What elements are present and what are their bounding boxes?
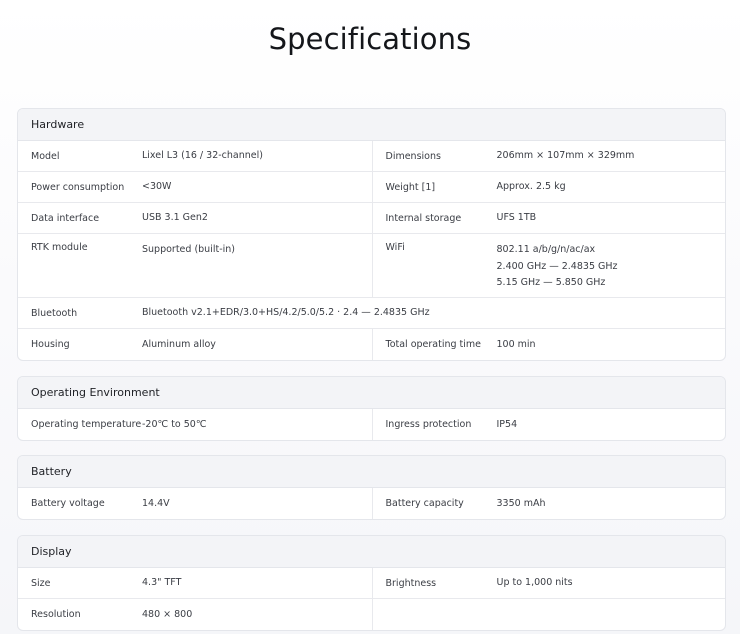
table-row: Bluetooth Bluetooth v2.1+EDR/3.0+HS/4.2/… — [18, 298, 725, 329]
spec-label: Resolution — [31, 609, 81, 620]
spec-value-wifi: 802.11 a/b/g/n/ac/ax 2.400 GHz — 2.4835 … — [497, 234, 726, 297]
spec-label: Brightness — [385, 577, 437, 589]
empty-cell — [371, 599, 726, 630]
section-header-environment: Operating Environment — [18, 377, 725, 409]
table-row: Size 4.3" TFT Brightness Up to 1,000 nit… — [18, 568, 725, 599]
spec-label: Data interface — [31, 212, 100, 224]
spec-value: <30W — [142, 181, 172, 192]
table-row: RTK module Supported (built-in) WiFi 802… — [18, 234, 725, 298]
hardware-section: Hardware Model Lixel L3 (16 / 32-channel… — [17, 108, 726, 361]
spec-value: USB 3.1 Gen2 — [142, 212, 208, 223]
section-header-battery: Battery — [18, 456, 725, 488]
spec-label: Battery voltage — [31, 498, 105, 509]
wifi-band-2g: 2.400 GHz — 2.4835 GHz — [496, 260, 618, 272]
spec-label: Weight [1] — [385, 181, 436, 193]
spec-value: Bluetooth v2.1+EDR/3.0+HS/4.2/5.0/5.2 · … — [142, 307, 430, 318]
table-row: Housing Aluminum alloy Total operating t… — [18, 329, 725, 360]
spec-value: 206mm × 107mm × 329mm — [496, 150, 635, 161]
spec-value: Up to 1,000 nits — [496, 577, 573, 588]
display-section: Display Size 4.3" TFT Brightness Up to 1… — [17, 535, 726, 631]
spec-value: Aluminum alloy — [142, 338, 216, 350]
spec-label: Size — [31, 577, 51, 589]
spec-value: -20℃ to 50℃ — [142, 418, 207, 430]
section-header-hardware: Hardware — [18, 109, 725, 141]
page-title: Specifications — [268, 22, 472, 56]
table-row: Resolution 480 × 800 — [18, 599, 725, 630]
spec-value: Lixel L3 (16 / 32-channel) — [142, 150, 263, 161]
battery-section: Battery Battery voltage 14.4V Battery ca… — [17, 455, 726, 520]
table-row: Power consumption <30W Weight [1] Approx… — [18, 172, 725, 203]
spec-label: Ingress protection — [385, 419, 472, 430]
table-row: Data interface USB 3.1 Gen2 Internal sto… — [18, 203, 725, 234]
environment-section: Operating Environment Operating temperat… — [17, 376, 726, 441]
table-row: Model Lixel L3 (16 / 32-channel) Dimensi… — [18, 141, 725, 172]
wifi-band-5g: 5.15 GHz — 5.850 GHz — [496, 277, 606, 288]
spec-label: Power consumption — [31, 181, 125, 193]
spec-label: Total operating time — [385, 339, 482, 350]
spec-value: 14.4V — [142, 497, 170, 509]
spec-label: Internal storage — [385, 212, 462, 224]
spec-label: Model — [31, 150, 60, 162]
table-row: Battery voltage 14.4V Battery capacity 3… — [18, 488, 725, 519]
section-header-display: Display — [18, 536, 725, 568]
spec-value: Supported (built-in) — [142, 244, 236, 255]
spec-value: 100 min — [496, 338, 536, 350]
spec-value: UFS 1TB — [496, 212, 537, 223]
spec-label: RTK module — [31, 242, 88, 253]
table-row: Operating temperature -20℃ to 50℃ Ingres… — [18, 409, 725, 440]
spec-label: WiFi — [385, 242, 405, 253]
spec-value: Approx. 2.5 kg — [496, 181, 566, 192]
spec-label: Bluetooth — [31, 307, 78, 319]
spec-value: IP54 — [496, 418, 518, 430]
wifi-standard: 802.11 a/b/g/n/ac/ax — [496, 244, 596, 255]
spec-label: Housing — [31, 339, 70, 350]
spec-label: Battery capacity — [385, 498, 464, 509]
spec-value: 480 × 800 — [142, 608, 193, 620]
spec-value: 4.3" TFT — [142, 577, 182, 588]
spec-label: Dimensions — [385, 150, 441, 162]
spec-value: 3350 mAh — [496, 497, 546, 509]
spec-label: Operating temperature — [31, 419, 142, 430]
